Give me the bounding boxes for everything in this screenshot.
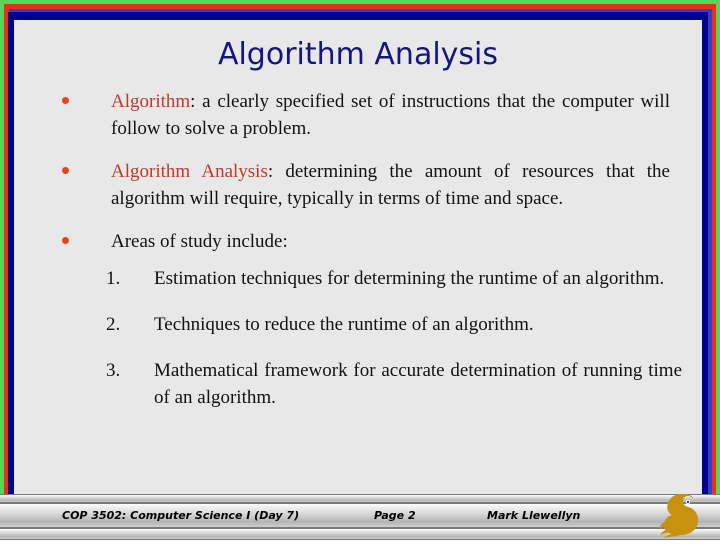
bullet-list: Algorithm: a clearly specified set of in… (14, 88, 702, 430)
numbered-item-1: 1. Estimation techniques for determining… (14, 265, 702, 292)
list-item-text: Techniques to reduce the runtime of an a… (154, 314, 534, 335)
bullet-item-algorithm-analysis: Algorithm Analysis: determining the amou… (14, 158, 702, 212)
numbered-item-2: 2. Techniques to reduce the runtime of a… (14, 311, 702, 338)
slide-canvas: Algorithm Analysis Algorithm: a clearly … (0, 0, 720, 540)
bullet-accent-term: Algorithm (111, 91, 191, 112)
slide-footer: COP 3502: Computer Science I (Day 7) Pag… (0, 494, 720, 540)
list-item-text: Estimation techniques for determining th… (154, 268, 665, 289)
ucf-knight-logo-icon (654, 488, 706, 540)
list-item-text: Mathematical framework for accurate dete… (154, 360, 682, 408)
numbered-item-3: 3. Mathematical framework for accurate d… (14, 357, 702, 411)
bullet-dot-icon (62, 97, 69, 104)
bullet-dot-icon (62, 167, 69, 174)
footer-course-label: COP 3502: Computer Science I (Day 7) (62, 509, 300, 522)
bullet-body-text: Areas of study include: (111, 231, 288, 252)
list-number: 3. (106, 360, 121, 381)
bullet-body-text: : a clearly specified set of instruction… (111, 91, 670, 139)
footer-bar-top (0, 494, 720, 503)
bullet-item-areas-of-study: Areas of study include: (14, 228, 702, 255)
bullet-dot-icon (62, 237, 69, 244)
slide-content: Algorithm Analysis Algorithm: a clearly … (14, 20, 702, 494)
bullet-accent-term: Algorithm Analysis (111, 161, 268, 182)
list-number: 1. (106, 268, 121, 289)
footer-bar-bottom (0, 528, 720, 540)
list-number: 2. (106, 314, 121, 335)
footer-author-label: Mark Llewellyn (487, 509, 581, 522)
page-title: Algorithm Analysis (217, 37, 499, 72)
bullet-item-algorithm: Algorithm: a clearly specified set of in… (14, 88, 702, 142)
footer-page-number: Page 2 (374, 509, 416, 522)
